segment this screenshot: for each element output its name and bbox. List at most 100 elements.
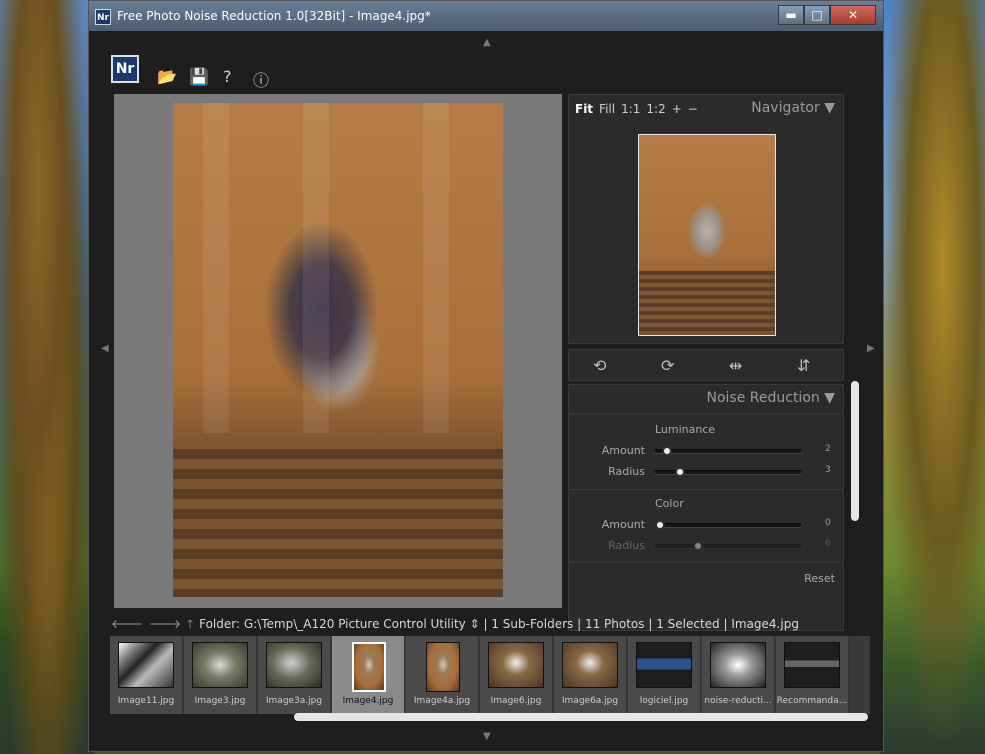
filmstrip-item[interactable]: Recommanda... [776,636,849,714]
color-radius-slider[interactable] [655,541,801,551]
collapse-right-icon[interactable]: ▶ [867,343,875,354]
filmstrip-item[interactable]: Image6.jpg [480,636,553,714]
rotate-left-icon[interactable]: ⟲ [593,356,606,375]
luminance-amount-label: Amount [601,444,645,457]
color-radius-value: 6 [825,539,831,549]
filmstrip-label: Image3a.jpg [265,696,323,706]
zoom-fill[interactable]: Fill [599,102,615,116]
thumbnail-image [636,642,692,688]
color-radius-label: Radius [608,539,645,552]
folder-path-dropdown[interactable]: G:\Temp\_A120 Picture Control Utility ⇕ [244,617,480,631]
title-bar[interactable]: Nr Free Photo Noise Reduction 1.0[32Bit]… [89,1,883,31]
color-amount-slider[interactable] [655,520,801,530]
help-icon[interactable]: ? [223,67,232,86]
photo-column [303,103,329,433]
navigator-title-text: Navigator [751,100,820,116]
section-divider [569,489,843,490]
desktop-wallpaper-right [880,0,985,754]
filmstrip-label: Image6.jpg [490,696,542,706]
filmstrip-item[interactable]: Image3a.jpg [258,636,331,714]
chevron-down-icon[interactable]: ▼ [824,100,835,116]
back-arrow-icon[interactable]: 🡐 [111,617,143,631]
thumbnail-image [352,642,386,692]
section-divider [569,562,843,563]
folder-info: | 1 Sub-Folders | 11 Photos | 1 Selected… [483,617,799,631]
filmstrip-item[interactable]: Image3.jpg [184,636,257,714]
luminance-title: Luminance [655,423,716,436]
maximize-button[interactable]: □ [804,5,830,25]
noise-reduction-panel: Noise Reduction ▼ Luminance Amount 2 Rad… [568,384,844,631]
desktop-wallpaper-left [0,0,95,754]
main-photo[interactable] [173,103,503,597]
client-area: ▲ ◀ ▶ ▼ Nr 📂 💾 ? ⓘ Fit Fill 1:1 1:2 + − Navig… [97,31,877,745]
luminance-amount-slider[interactable] [655,446,801,456]
filmstrip-item[interactable]: Image11.jpg [110,636,183,714]
filmstrip: Image11.jpg Image3.jpg Image3a.jpg Image… [110,636,870,714]
collapse-bottom-icon[interactable]: ▼ [483,731,491,742]
filmstrip-label: Recommanda... [776,696,848,706]
zoom-in-icon[interactable]: + [672,102,682,116]
filmstrip-label: Image4a.jpg [413,696,471,706]
luminance-radius-label: Radius [608,465,645,478]
navigator-title[interactable]: Navigator ▼ [751,100,835,116]
filmstrip-item[interactable]: noise-reducti... [702,636,775,714]
noise-reduction-title[interactable]: Noise Reduction ▼ [706,390,835,406]
color-amount-label: Amount [601,518,645,531]
folder-label: Folder: [199,617,241,631]
app-logo: Nr [111,55,139,83]
thumbnail-image [192,642,248,688]
info-icon[interactable]: ⓘ [253,67,269,91]
noise-reduction-header[interactable]: Noise Reduction ▼ [569,385,843,414]
reset-button[interactable]: Reset [804,572,835,585]
thumbnail-image [118,642,174,688]
filmstrip-label: logiciel.jpg [639,696,689,706]
app-window: Nr Free Photo Noise Reduction 1.0[32Bit]… [88,0,884,752]
filmstrip-label: Image3.jpg [194,696,246,706]
collapse-top-icon[interactable]: ▲ [483,37,491,48]
folder-icon[interactable]: 📂 [157,67,177,86]
filmstrip-item[interactable]: Image4a.jpg [406,636,479,714]
image-viewer[interactable] [114,94,562,608]
up-arrow-icon[interactable]: 🡑 [187,617,193,631]
rotate-right-icon[interactable]: ⟳ [661,356,674,375]
filmstrip-item-selected[interactable]: Image4.jpg [332,636,405,714]
filmstrip-item[interactable]: logiciel.jpg [628,636,701,714]
panel-scrollbar[interactable] [851,381,859,521]
save-icon[interactable]: 💾 [189,67,209,86]
flip-horizontal-icon[interactable]: ⇹ [729,356,742,375]
flip-vertical-icon[interactable]: ⇵ [797,356,810,375]
thumbnail-image [784,642,840,688]
thumbnail-image [266,642,322,688]
zoom-1-2[interactable]: 1:2 [646,102,665,116]
zoom-bar: Fit Fill 1:1 1:2 + − [575,102,704,116]
slider-handle[interactable] [693,541,704,551]
slider-handle[interactable] [661,446,672,456]
color-amount-value: 0 [825,518,831,528]
filmstrip-label: Image6a.jpg [561,696,619,706]
filmstrip-label: Image4.jpg [342,696,394,706]
thumbnail-image [710,642,766,688]
luminance-radius-value: 3 [825,465,831,475]
app-icon: Nr [95,9,111,25]
navigator-panel: Fit Fill 1:1 1:2 + − Navigator ▼ [568,94,844,344]
collapse-left-icon[interactable]: ◀ [101,343,109,354]
minimize-button[interactable]: ▬ [778,5,804,25]
photo-column [423,103,449,433]
slider-handle[interactable] [675,467,686,477]
zoom-1-1[interactable]: 1:1 [621,102,640,116]
forward-arrow-icon[interactable]: 🡒 [149,617,181,631]
chevron-down-icon[interactable]: ▼ [824,390,835,406]
close-button[interactable]: ✕ [830,5,876,25]
zoom-out-icon[interactable]: − [688,102,698,116]
luminance-radius-slider[interactable] [655,467,801,477]
navigator-thumbnail[interactable] [638,134,776,336]
zoom-fit[interactable]: Fit [575,102,593,116]
color-title: Color [655,497,684,510]
filmstrip-scrollbar[interactable] [294,713,868,721]
transform-toolbar: ⟲ ⟳ ⇹ ⇵ [568,349,844,381]
filmstrip-item[interactable]: Image6a.jpg [554,636,627,714]
thumbnail-image [426,642,460,692]
filmstrip-label: Image11.jpg [117,696,175,706]
luminance-amount-value: 2 [825,444,831,454]
slider-handle[interactable] [655,520,665,530]
